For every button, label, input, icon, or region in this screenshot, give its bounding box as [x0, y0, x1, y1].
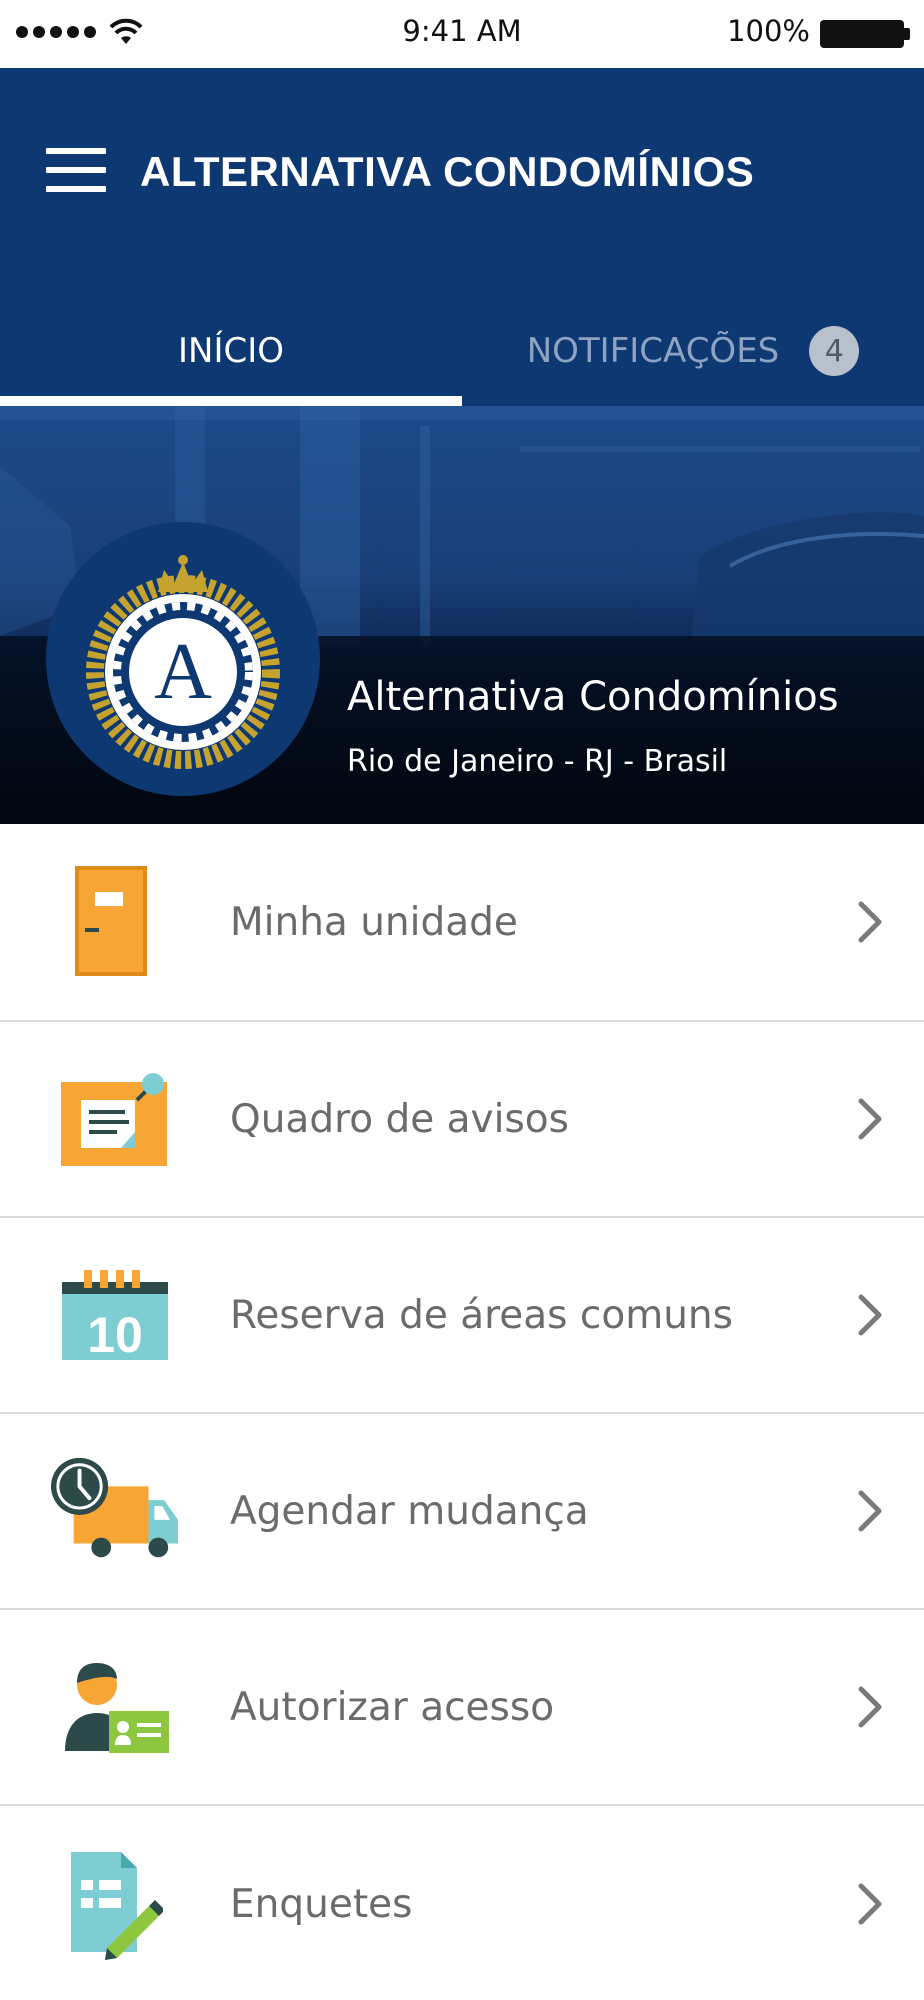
- chevron-right-icon: [856, 1489, 884, 1533]
- tab-bar: INÍCIO NOTIFICAÇÕES 4: [0, 296, 924, 406]
- tab-notificacoes-label: NOTIFICAÇÕES: [526, 331, 780, 371]
- condo-banner: A Alternativa Condomínios Rio de Janeiro…: [0, 406, 924, 824]
- calendar-icon: 10: [50, 1218, 180, 1412]
- menu-item-label: Enquetes: [230, 1881, 413, 1927]
- svg-text:A: A: [154, 628, 212, 716]
- menu-item-enquetes[interactable]: Enquetes: [0, 1806, 924, 2000]
- poll-icon: [50, 1806, 180, 2000]
- battery-percent: 100%: [727, 14, 810, 48]
- battery-icon: [820, 20, 910, 48]
- active-tab-indicator: [0, 396, 462, 406]
- crown-gear-logo-icon: A: [86, 555, 280, 769]
- moving-truck-icon: [50, 1414, 180, 1608]
- menu-item-minha-unidade[interactable]: Minha unidade: [0, 824, 924, 1022]
- condo-logo: A: [46, 522, 320, 796]
- svg-text:10: 10: [87, 1307, 143, 1362]
- chevron-right-icon: [856, 1685, 884, 1729]
- menu-item-label: Quadro de avisos: [230, 1096, 569, 1142]
- menu-item-label: Reserva de áreas comuns: [230, 1292, 733, 1338]
- chevron-right-icon: [856, 1293, 884, 1337]
- notification-count-badge: 4: [809, 326, 860, 376]
- menu-item-reserva-areas-comuns[interactable]: 10 Reserva de áreas comuns: [0, 1218, 924, 1414]
- condo-location: Rio de Janeiro - RJ - Brasil: [347, 744, 728, 779]
- tab-inicio-label: INÍCIO: [177, 331, 285, 371]
- condo-name: Alternativa Condomínios: [347, 674, 839, 720]
- menu-item-label: Minha unidade: [230, 899, 518, 945]
- chevron-right-icon: [856, 1097, 884, 1141]
- hamburger-menu-icon[interactable]: [46, 148, 106, 192]
- door-icon: [50, 824, 180, 1020]
- main-menu-list: Minha unidade Quadro de avisos 10 Reserv…: [0, 824, 924, 2000]
- menu-item-label: Autorizar acesso: [230, 1684, 555, 1730]
- access-card-icon: [50, 1610, 180, 1804]
- status-bar: 9:41 AM 100%: [0, 0, 924, 68]
- tab-inicio[interactable]: INÍCIO: [0, 296, 462, 406]
- notice-board-icon: [50, 1022, 180, 1216]
- menu-item-quadro-de-avisos[interactable]: Quadro de avisos: [0, 1022, 924, 1218]
- menu-item-label: Agendar mudança: [230, 1488, 589, 1534]
- app-header: ALTERNATIVA CONDOMÍNIOS INÍCIO NOTIFICAÇ…: [0, 68, 924, 406]
- menu-item-autorizar-acesso[interactable]: Autorizar acesso: [0, 1610, 924, 1806]
- app-title: ALTERNATIVA CONDOMÍNIOS: [140, 148, 755, 195]
- chevron-right-icon: [856, 900, 884, 944]
- chevron-right-icon: [856, 1882, 884, 1926]
- tab-notificacoes[interactable]: NOTIFICAÇÕES 4: [462, 296, 924, 406]
- menu-item-agendar-mudanca[interactable]: Agendar mudança: [0, 1414, 924, 1610]
